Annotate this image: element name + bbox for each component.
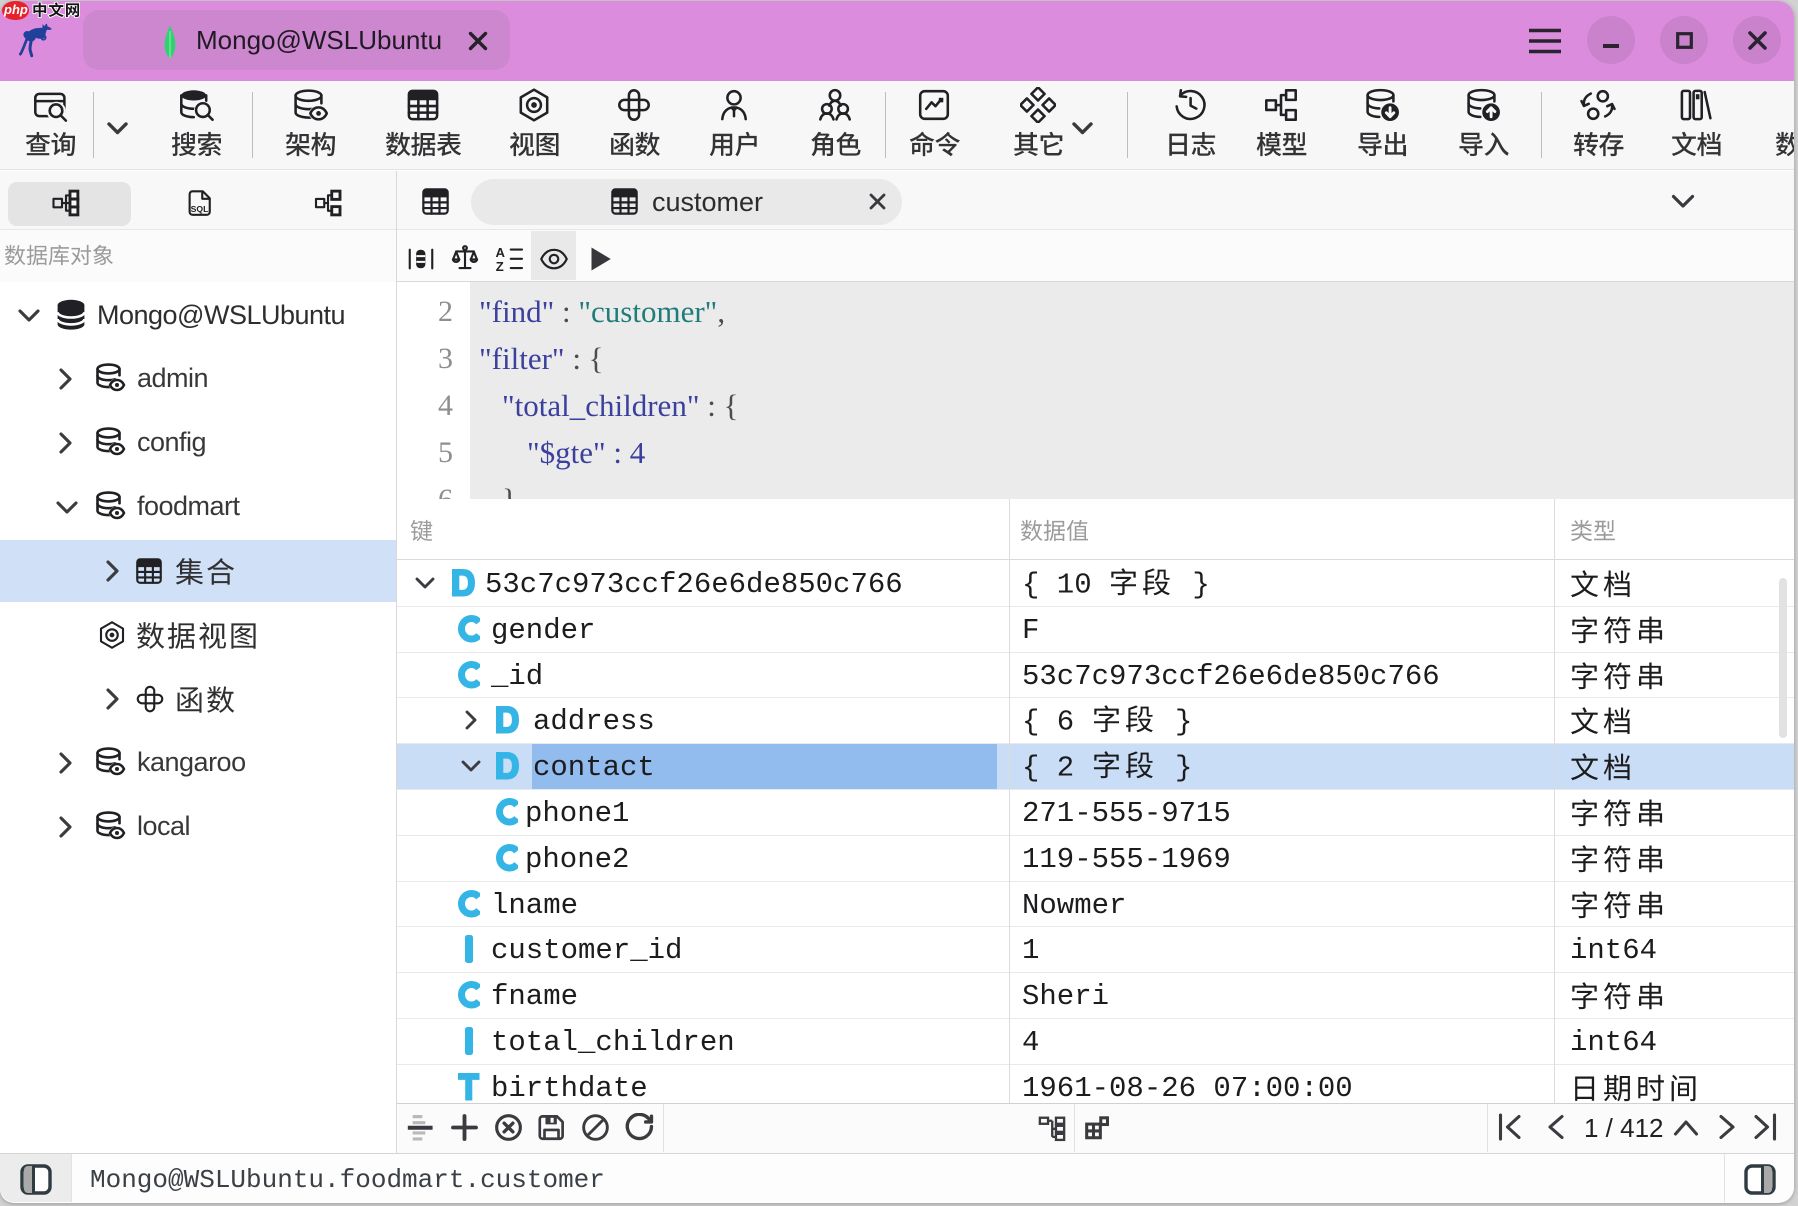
svg-text:Z: Z (496, 259, 504, 274)
svg-text:SQL: SQL (191, 204, 209, 214)
